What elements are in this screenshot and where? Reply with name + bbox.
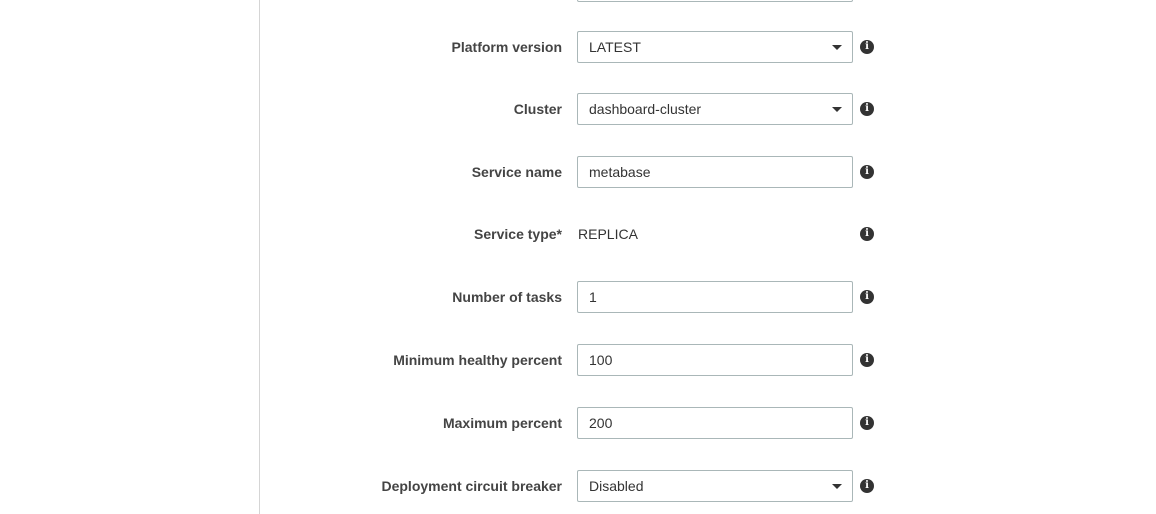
- deployment-circuit-breaker-row: Deployment circuit breaker Disabled i: [260, 470, 1156, 502]
- deployment-circuit-breaker-label: Deployment circuit breaker: [381, 478, 562, 494]
- info-icon[interactable]: i: [860, 290, 874, 304]
- service-type-value: REPLICA: [578, 226, 638, 242]
- previous-field-edge: [577, 0, 853, 2]
- cluster-row: Cluster dashboard-cluster i: [260, 93, 1156, 125]
- maximum-percent-input[interactable]: [577, 407, 853, 439]
- deployment-circuit-breaker-select[interactable]: Disabled: [577, 470, 853, 502]
- service-config-form: Platform version LATEST i Cluster dashbo…: [0, 0, 1156, 514]
- info-icon[interactable]: i: [860, 165, 874, 179]
- maximum-percent-row: Maximum percent i: [260, 407, 1156, 439]
- cluster-value: dashboard-cluster: [589, 101, 702, 117]
- service-name-input[interactable]: [577, 156, 853, 188]
- service-type-row: Service type* REPLICA i: [260, 218, 1156, 250]
- info-icon[interactable]: i: [860, 227, 874, 241]
- minimum-healthy-percent-input[interactable]: [577, 344, 853, 376]
- platform-version-select[interactable]: LATEST: [577, 31, 853, 63]
- cluster-label: Cluster: [513, 101, 562, 117]
- info-icon[interactable]: i: [860, 40, 874, 54]
- platform-version-value: LATEST: [589, 39, 641, 55]
- number-of-tasks-input[interactable]: [577, 281, 853, 313]
- caret-down-icon: [832, 45, 842, 50]
- caret-down-icon: [832, 107, 842, 112]
- service-name-label: Service name: [471, 164, 562, 180]
- minimum-healthy-percent-row: Minimum healthy percent i: [260, 344, 1156, 376]
- info-icon[interactable]: i: [860, 102, 874, 116]
- minimum-healthy-percent-label: Minimum healthy percent: [393, 352, 562, 368]
- number-of-tasks-row: Number of tasks i: [260, 281, 1156, 313]
- maximum-percent-label: Maximum percent: [442, 415, 562, 431]
- deployment-circuit-breaker-value: Disabled: [589, 478, 644, 494]
- info-icon[interactable]: i: [860, 416, 874, 430]
- service-name-row: Service name i: [260, 156, 1156, 188]
- info-icon[interactable]: i: [860, 479, 874, 493]
- platform-version-label: Platform version: [451, 39, 562, 55]
- caret-down-icon: [832, 484, 842, 489]
- number-of-tasks-label: Number of tasks: [452, 289, 562, 305]
- platform-version-row: Platform version LATEST i: [260, 31, 1156, 63]
- service-type-label: Service type*: [474, 226, 562, 242]
- cluster-select[interactable]: dashboard-cluster: [577, 93, 853, 125]
- info-icon[interactable]: i: [860, 353, 874, 367]
